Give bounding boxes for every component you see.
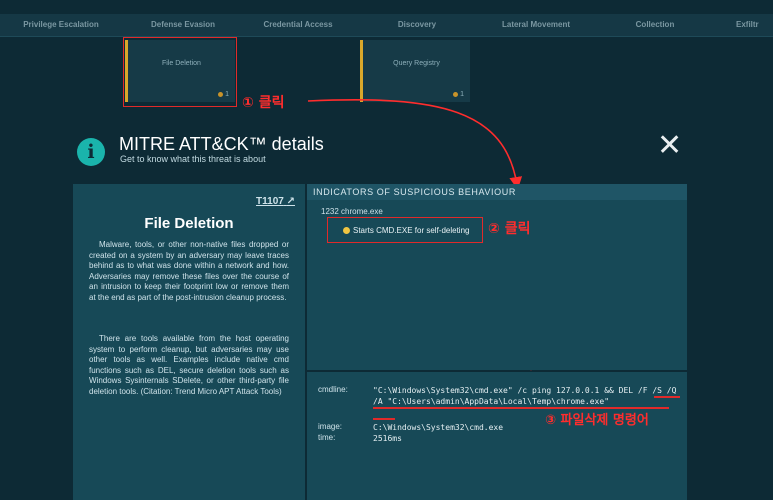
modal-title: MITRE ATT&CK™ details xyxy=(119,134,324,154)
annotation-step2: ② 클릭 xyxy=(488,221,531,237)
indicators-panel: INDICATORS OF SUSPICIOUS BEHAVIOUR 1232 … xyxy=(307,184,687,370)
tactic-lateral-movement[interactable]: Lateral Movement xyxy=(474,14,598,36)
tactic-privilege-escalation[interactable]: Privilege Escalation xyxy=(0,14,122,36)
image-label: image: xyxy=(318,422,343,431)
technique-description-paragraph: Malware, tools, or other non-native file… xyxy=(89,240,289,302)
technique-description-panel: T1107 ↗ File Deletion Malware, tools, or… xyxy=(73,184,305,500)
info-icon: i xyxy=(77,138,105,166)
tactic-collection[interactable]: Collection xyxy=(594,14,716,36)
severity-dot xyxy=(453,91,459,97)
underline-highlight xyxy=(373,418,395,420)
time-value: 2516ms xyxy=(373,434,402,443)
technique-id-link[interactable]: T1107 ↗ xyxy=(256,196,295,207)
indicator-details-panel: cmdline: "C:\Windows\System32\cmd.exe" /… xyxy=(307,372,687,500)
indicators-header: INDICATORS OF SUSPICIOUS BEHAVIOUR xyxy=(307,184,687,200)
close-icon[interactable]: ✕ xyxy=(657,128,682,163)
image-value: C:\Windows\System32\cmd.exe xyxy=(373,423,504,432)
arrow-step1-to-indicators xyxy=(307,99,523,190)
annotation-step3: ③ 파일삭제 명령어 xyxy=(545,413,649,428)
modal-subtitle: Get to know what this threat is about xyxy=(120,154,266,164)
underline-highlight xyxy=(654,396,680,398)
tactic-bar: Privilege Escalation Defense Evasion Cre… xyxy=(0,14,773,37)
time-label: time: xyxy=(318,433,336,442)
external-link-icon: ↗ xyxy=(286,196,295,207)
technique-title: File Deletion xyxy=(144,215,234,232)
process-entry: 1232 chrome.exe xyxy=(321,207,383,216)
technique-card-count: 1 xyxy=(453,91,464,98)
tactic-credential-access[interactable]: Credential Access xyxy=(237,14,359,36)
cmdline-value: "C:\Windows\System32\cmd.exe" /c ping 12… xyxy=(373,386,677,406)
tactic-discovery[interactable]: Discovery xyxy=(356,14,478,36)
tactic-defense-evasion[interactable]: Defense Evasion xyxy=(122,14,244,36)
cmdline-label: cmdline: xyxy=(318,385,348,394)
annotation-step1: ① 클릭 xyxy=(242,95,285,111)
highlight-box-file-deletion xyxy=(123,37,237,107)
technique-description-paragraph: There are tools available from the host … xyxy=(89,334,289,396)
technique-card-query-registry[interactable]: Query Registry 1 xyxy=(360,40,470,102)
tactic-exfiltration[interactable]: Exfiltr xyxy=(736,14,773,36)
technique-card-label: Query Registry xyxy=(393,60,440,67)
highlight-box-indicator xyxy=(327,217,483,243)
